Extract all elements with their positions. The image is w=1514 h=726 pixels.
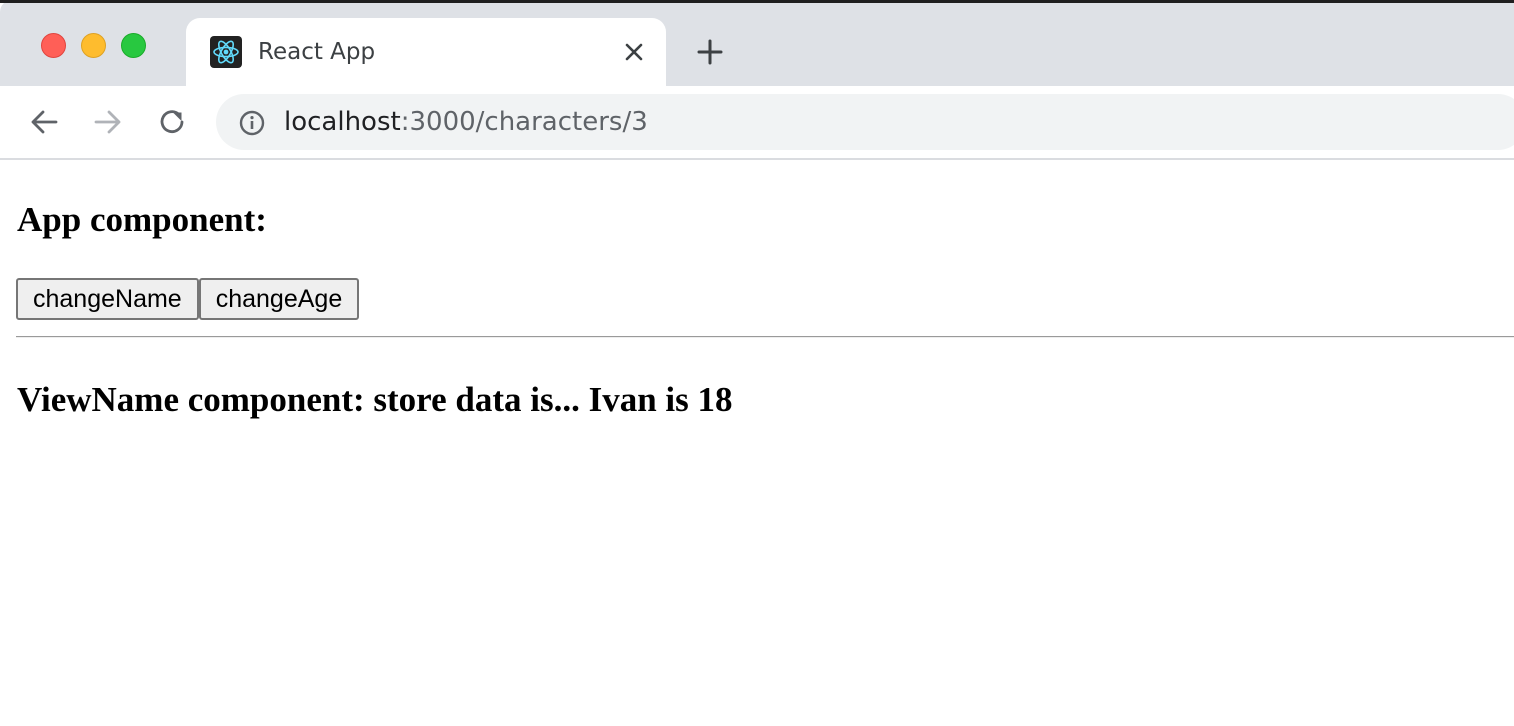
- url-host: localhost: [284, 107, 401, 137]
- tab-react-app[interactable]: React App: [186, 18, 666, 86]
- info-icon[interactable]: [238, 109, 266, 137]
- window-top-edge: [0, 0, 1514, 3]
- browser-toolbar: localhost:3000/characters/3: [0, 86, 1514, 160]
- tab-strip: React App: [0, 0, 1514, 86]
- maximize-window-button[interactable]: [121, 33, 146, 58]
- close-tab-icon[interactable]: [620, 38, 648, 66]
- react-logo-icon: [210, 36, 242, 68]
- browser-window: React App localhost:3000/characters/3 Ap…: [0, 0, 1514, 726]
- page-content: App component: changeName changeAge View…: [0, 160, 1514, 726]
- url-path: :3000/characters/3: [400, 107, 648, 137]
- arrow-right-icon[interactable]: [90, 104, 126, 140]
- tab-title: React App: [258, 39, 376, 65]
- horizontal-rule: [16, 336, 1514, 338]
- arrow-left-icon[interactable]: [26, 104, 62, 140]
- app-component-heading: App component:: [17, 200, 267, 239]
- view-name-heading: ViewName component: store data is... Iva…: [17, 380, 733, 419]
- url-text[interactable]: localhost:3000/characters/3: [284, 106, 648, 138]
- change-age-button[interactable]: changeAge: [198, 278, 360, 320]
- change-name-button[interactable]: changeName: [16, 278, 199, 320]
- new-tab-plus-icon[interactable]: [694, 36, 726, 68]
- address-bar[interactable]: localhost:3000/characters/3: [216, 94, 1514, 150]
- reload-icon[interactable]: [154, 104, 190, 140]
- minimize-window-button[interactable]: [81, 33, 106, 58]
- close-window-button[interactable]: [41, 33, 66, 58]
- button-row: changeName changeAge: [16, 278, 360, 320]
